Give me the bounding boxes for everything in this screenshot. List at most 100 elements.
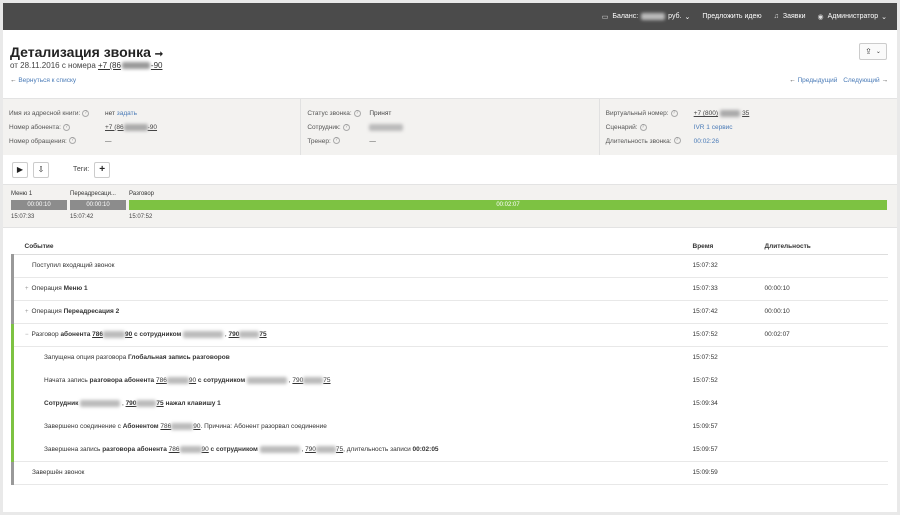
table-row-expandable[interactable]: + Операция Меню 1 15:07:33 00:00:10 — [11, 277, 888, 301]
timeline-segment-talk[interactable]: Разговор 00:02:07 15:07:52 — [129, 191, 887, 220]
segment-start-time: 15:07:52 — [129, 214, 153, 220]
set-name-link[interactable]: задать — [117, 107, 137, 121]
event-cell: + Операция Переадресация 2 — [11, 300, 693, 324]
duration-cell — [765, 346, 889, 369]
column-header-event: Событие — [12, 240, 693, 255]
next-link[interactable]: Следующий — [843, 77, 880, 84]
event-bold: 00:02:05 — [412, 445, 439, 453]
table-row: Сотрудник , 790 75 нажал клавишу 1 15:09:… — [11, 392, 889, 415]
balance-amount-redacted — [641, 13, 666, 20]
table-header-row: Событие Время Длительность — [12, 240, 888, 255]
help-icon[interactable]: ? — [62, 123, 70, 131]
time-cell: 15:07:32 — [692, 254, 765, 278]
number-start: 790 — [292, 377, 304, 385]
caller-number-link[interactable]: +7 (86 -90 — [98, 61, 162, 70]
wallet-icon: ▭ — [601, 13, 609, 21]
number-start: 786 — [160, 423, 172, 431]
number-redacted — [123, 123, 148, 131]
number-end: 75 — [259, 331, 267, 339]
balance-label: Баланс: — [612, 13, 639, 20]
tags-label: Теги: — [73, 166, 90, 173]
virtual-number-link[interactable]: +7 (800) 35 — [694, 107, 749, 121]
number-redacted — [102, 330, 125, 338]
player-controls: ▶ ⇩ Теги: + — [3, 155, 897, 184]
chevron-down-icon: ⌄ — [881, 13, 887, 21]
virtual-number-label: Виртуальный номер:? — [606, 107, 694, 121]
help-icon[interactable]: ? — [68, 137, 76, 145]
help-icon[interactable]: ? — [639, 123, 647, 131]
call-timeline: Меню 1 00:00:10 15:07:33 Переадресаци...… — [3, 184, 897, 228]
name-label-text: Имя из адресной книги: — [9, 110, 81, 117]
expand-icon[interactable]: + — [25, 309, 29, 315]
back-to-list-link[interactable]: ← Вернуться к списку — [10, 77, 76, 84]
number-redacted — [121, 62, 150, 70]
subscriber-label: Номер абонента:? — [9, 121, 105, 135]
number-end: 90 — [188, 377, 197, 385]
event-suffix: , длительность записи — [343, 445, 411, 453]
top-bar: ▭ Баланс: руб. ⌄ Предложить идею ♫ Заявк… — [3, 3, 897, 30]
add-tag-button[interactable]: + — [94, 161, 111, 178]
segment-name: Переадресаци... — [70, 191, 116, 197]
table-row-expandable[interactable]: + Операция Переадресация 2 15:07:42 00:00… — [11, 300, 888, 324]
help-icon[interactable]: ? — [353, 109, 361, 117]
help-icon[interactable]: ? — [342, 123, 350, 131]
events-table: Событие Время Длительность Поступил вход… — [11, 240, 888, 485]
scenario-link[interactable]: IVR 1 сервис — [694, 121, 733, 135]
time-cell: 15:07:52 — [692, 354, 718, 362]
name-value: нет — [105, 110, 115, 117]
number-redacted — [239, 330, 260, 338]
number-end: 75 — [323, 377, 331, 385]
help-icon[interactable]: ? — [673, 137, 681, 145]
number-end: 90 — [124, 331, 133, 339]
table-row-expandable[interactable]: − Разговор абонента 786 90 с сотрудником ,… — [11, 323, 888, 347]
arrow-left-icon: ← — [789, 77, 796, 84]
virtual-number-label-text: Виртуальный номер: — [605, 110, 669, 117]
requests-link[interactable]: ♫ Заявки — [774, 13, 806, 20]
collapse-icon[interactable]: − — [25, 332, 29, 338]
subscriber-number-link[interactable]: +7 (86 -90 — [105, 121, 157, 135]
trainer-label-text: Тренер: — [307, 137, 331, 145]
subtitle-prefix: от 28.11.2016 с номера — [10, 61, 96, 70]
event-prefix: Операция — [31, 285, 62, 292]
number-redacted — [171, 422, 194, 430]
number-start: 790 — [125, 400, 137, 408]
expand-icon[interactable]: + — [25, 286, 29, 292]
event-cell: Начата запись разговора абонента 786 90 с… — [11, 369, 693, 392]
number-end: 75 — [156, 400, 164, 408]
table-row: Начата запись разговора абонента 786 90 с… — [11, 369, 889, 392]
download-button[interactable]: ⇩ — [33, 161, 49, 178]
caller-number-start: +7 (86 — [98, 61, 121, 70]
event-cell: Поступил входящий звонок — [11, 254, 693, 278]
timeline-segment-menu[interactable]: Меню 1 00:00:10 15:07:33 — [11, 191, 67, 220]
help-icon[interactable]: ? — [82, 109, 90, 117]
plus-icon: + — [99, 164, 106, 175]
export-button[interactable]: ⇪ ⌄ — [859, 43, 887, 60]
time-cell: 15:07:52 — [692, 377, 718, 384]
help-icon[interactable]: ? — [670, 109, 678, 117]
table-row: Завершена запись разговора абонента 786 9… — [11, 438, 888, 462]
call-info-panel: Имя из адресной книги:? нет задать Номер … — [3, 98, 897, 155]
balance[interactable]: ▭ Баланс: руб. ⌄ — [601, 13, 690, 21]
info-column-caller: Имя из адресной книги:? нет задать Номер … — [3, 99, 302, 155]
employee-name-redacted — [247, 376, 287, 384]
prev-link[interactable]: Предыдущий — [797, 77, 837, 84]
help-icon[interactable]: ? — [332, 137, 340, 145]
suggest-idea-link[interactable]: Предложить идею — [702, 13, 761, 20]
status-label-text: Статус звонка: — [307, 110, 352, 117]
status-value: Принят — [369, 110, 392, 117]
event-prefix: Разговор — [31, 331, 59, 339]
event-bold: с сотрудником — [197, 377, 246, 385]
admin-menu[interactable]: ◉ Администратор ⌄ — [818, 13, 888, 21]
table-row: Завершено соединение с Абонентом 786 90. … — [11, 415, 889, 438]
balance-currency: руб. — [668, 13, 682, 20]
timeline-segment-forward[interactable]: Переадресаци... 00:00:10 15:07:42 — [70, 191, 126, 220]
event-bold: Сотрудник — [44, 400, 79, 408]
play-button[interactable]: ▶ — [12, 161, 28, 178]
number-start: 786 — [168, 445, 180, 453]
number-redacted — [166, 376, 189, 384]
scenario-label-text: Сценарий: — [605, 123, 638, 131]
event-cell: − Разговор абонента 786 90 с сотрудником ,… — [11, 323, 693, 347]
event-cell: + Операция Меню 1 — [11, 277, 693, 301]
duration-cell — [765, 369, 889, 392]
arrow-left-icon: ← — [10, 77, 17, 84]
